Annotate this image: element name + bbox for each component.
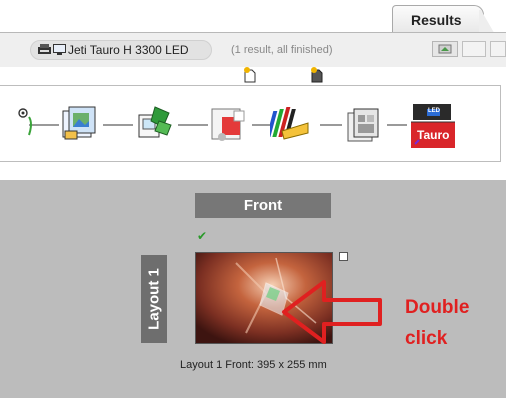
color-bars-icon[interactable] [270, 101, 314, 145]
side-header-front: Front [195, 193, 331, 218]
printer-step-label: Tauro [417, 128, 450, 142]
layout-images-icon[interactable] [59, 103, 103, 147]
workflow-connector [252, 124, 270, 126]
thumbnail-flag-icon [339, 252, 348, 261]
document-dark-icon[interactable] [310, 67, 324, 83]
view-preview-button[interactable] [432, 41, 458, 57]
view-grid-button[interactable] [490, 41, 506, 57]
color-shapes-icon[interactable] [208, 103, 252, 147]
annotation-line-1: Double [405, 297, 470, 318]
workflow-connector [387, 124, 407, 126]
preview-icon [438, 44, 452, 54]
printer-name: Jeti Tauro H 3300 LED [68, 43, 189, 57]
layout-row-label-text: Layout 1 [145, 268, 163, 330]
package-green-icon[interactable] [133, 101, 177, 145]
workflow-connector [178, 124, 208, 126]
monitor-icon [53, 44, 66, 55]
result-status: (1 result, all finished) [231, 44, 333, 56]
workflow-strip: LED Tauro [0, 85, 501, 162]
printer-icon [38, 44, 51, 54]
workflow-connector [320, 124, 342, 126]
tab-results[interactable]: Results [392, 5, 497, 35]
annotation-arrow [282, 280, 382, 344]
printer-led-badge: LED [428, 108, 440, 114]
start-node-icon[interactable] [7, 103, 51, 147]
check-icon: ✔ [197, 229, 208, 243]
view-list-button[interactable] [462, 41, 486, 57]
layout-pages-icon[interactable] [342, 103, 386, 147]
annotation-line-2: click [405, 328, 448, 349]
annotation-callout: Double click [405, 292, 505, 354]
new-document-icon[interactable] [243, 67, 257, 83]
tab-results-label: Results [411, 12, 462, 28]
printer-tauro-step[interactable]: LED Tauro [407, 100, 459, 152]
layout-caption: Layout 1 Front: 395 x 255 mm [180, 359, 327, 371]
layout-row-label: Layout 1 [141, 255, 167, 343]
workflow-connector [103, 124, 133, 126]
